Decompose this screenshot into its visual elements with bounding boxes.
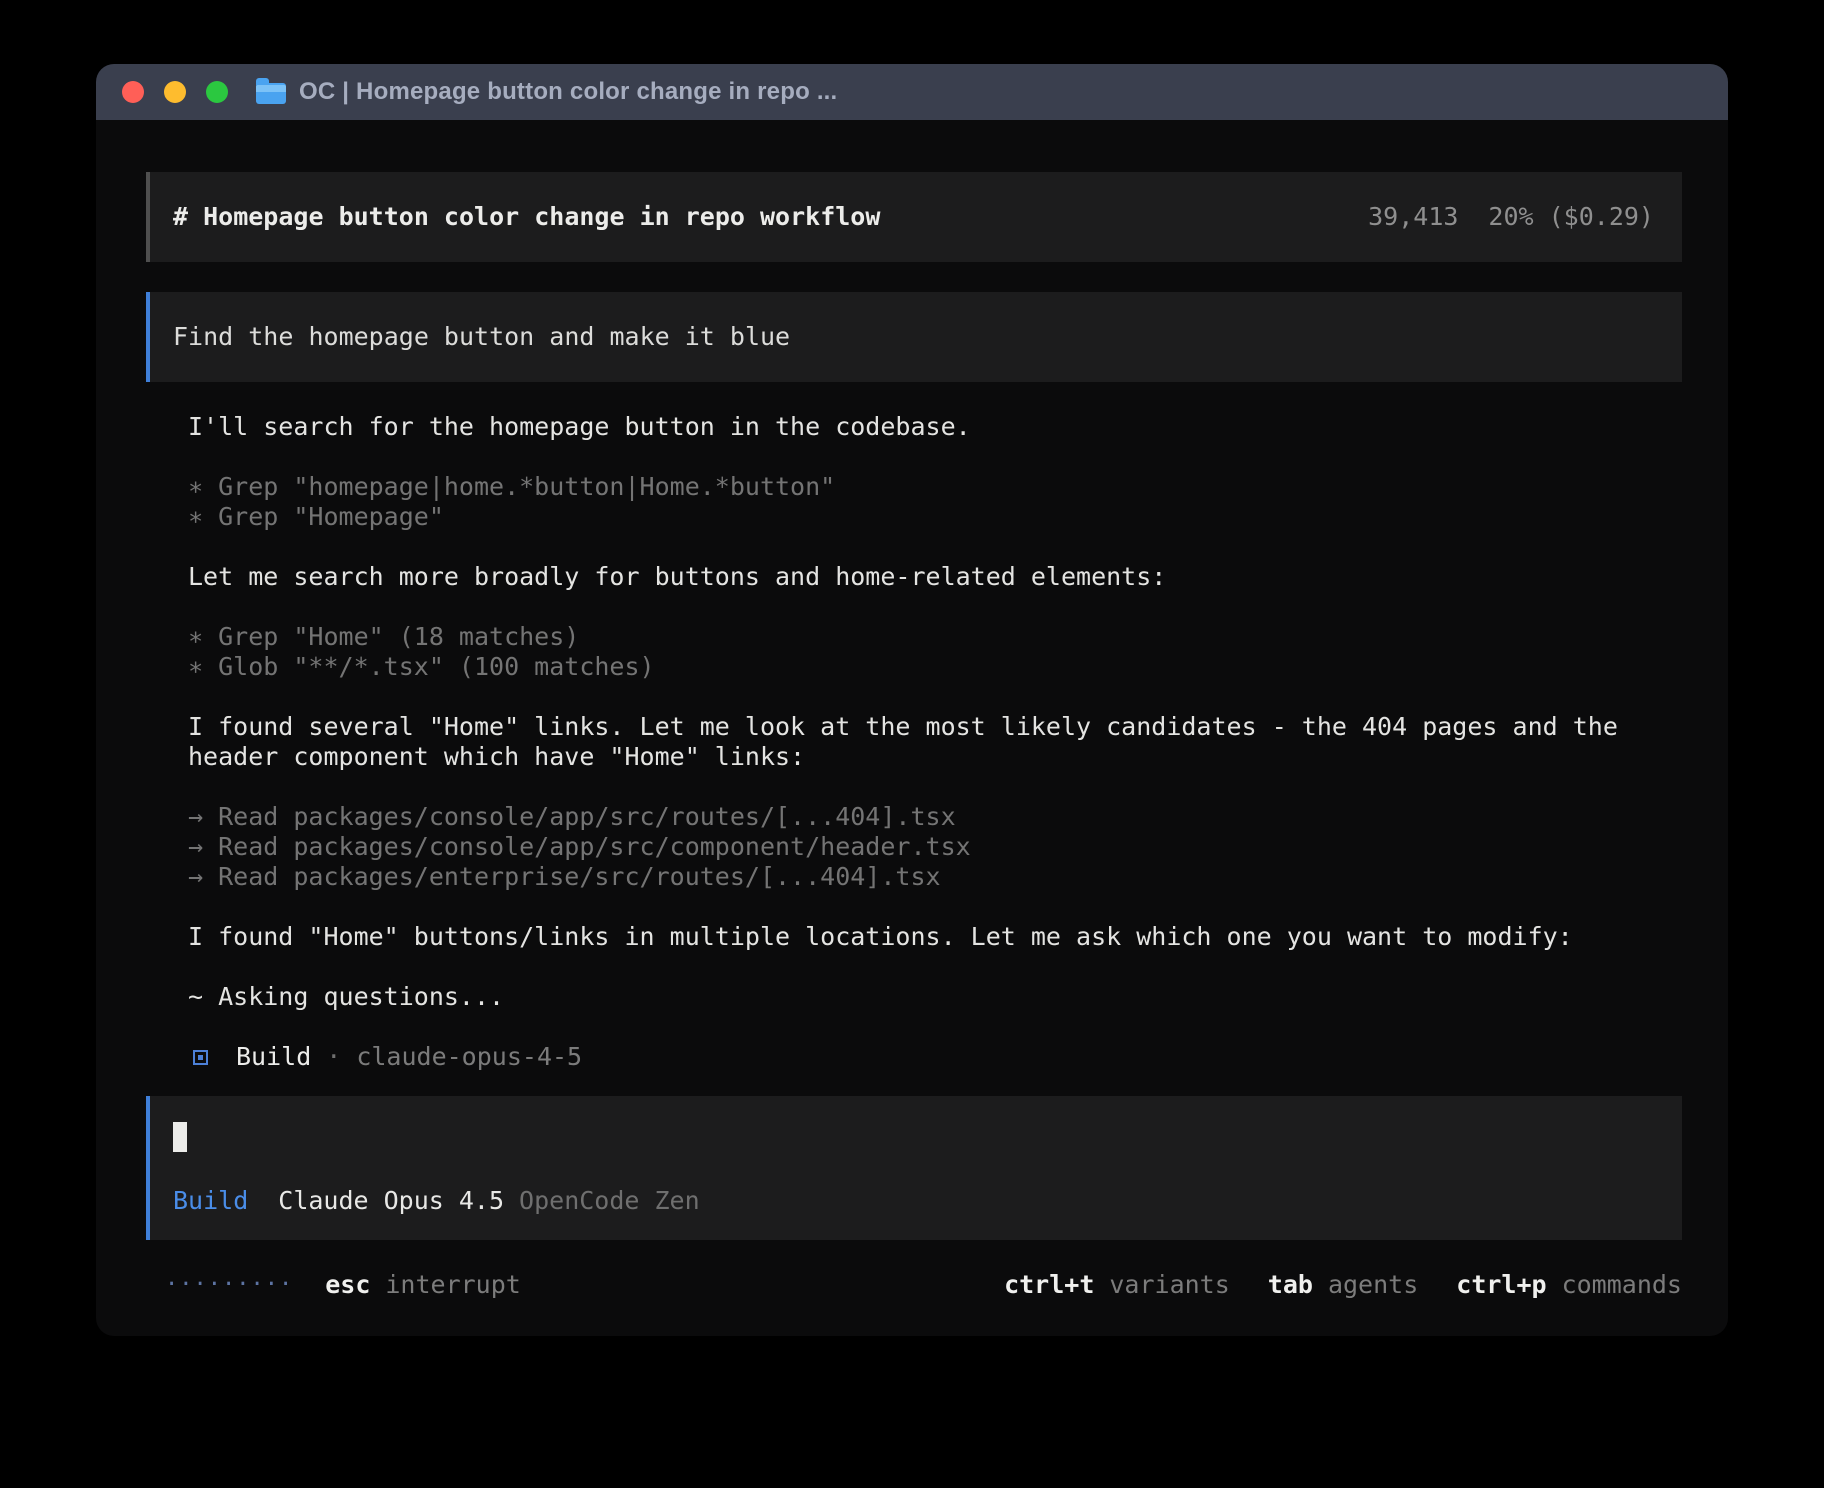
agents-label: agents (1328, 1270, 1418, 1300)
working-spinner-dots: ········· (165, 1270, 293, 1300)
window-title: OC | Homepage button color change in rep… (299, 78, 837, 106)
commands-label: commands (1562, 1270, 1682, 1300)
window-title-group: OC | Homepage button color change in rep… (256, 78, 837, 106)
input-agent-label: Build (173, 1186, 248, 1216)
terminal-window: OC | Homepage button color change in rep… (96, 64, 1728, 1336)
assistant-transcript: I'll search for the homepage button in t… (188, 412, 1682, 1012)
model-selector-row[interactable]: Build Claude Opus 4.5 OpenCode Zen (173, 1186, 1659, 1216)
text-cursor (173, 1122, 187, 1152)
titlebar: OC | Homepage button color change in rep… (96, 64, 1728, 120)
zoom-button[interactable] (206, 81, 228, 103)
token-count: 39,413 (1368, 202, 1458, 232)
input-provider-label: OpenCode Zen (519, 1186, 700, 1216)
agent-model: claude-opus-4-5 (356, 1042, 582, 1072)
tab-key-label: tab (1268, 1270, 1313, 1300)
assistant-text-line: I found "Home" buttons/links in multiple… (188, 922, 1682, 952)
tool-call-line: ∗ Grep "homepage|home.*button|Home.*butt… (188, 472, 1682, 502)
build-agent-icon (193, 1050, 208, 1065)
agent-name: Build (236, 1042, 311, 1072)
variants-hint: ctrl+t variants (1004, 1270, 1230, 1300)
ctrl-t-key-label: ctrl+t (1004, 1270, 1094, 1300)
commands-hint: ctrl+p commands (1456, 1270, 1682, 1300)
tool-call-line: ∗ Grep "Homepage" (188, 502, 1682, 532)
assistant-text-line: Let me search more broadly for buttons a… (188, 562, 1682, 592)
minimize-button[interactable] (164, 81, 186, 103)
close-button[interactable] (122, 81, 144, 103)
session-header: # Homepage button color change in repo w… (146, 172, 1682, 262)
tool-call-line: ∗ Glob "**/*.tsx" (100 matches) (188, 652, 1682, 682)
agent-separator: · (326, 1042, 341, 1072)
status-left: ········· esc interrupt (165, 1270, 521, 1300)
ctrl-p-key-label: ctrl+p (1456, 1270, 1546, 1300)
context-usage-cost: 20% ($0.29) (1488, 202, 1654, 232)
window-controls (122, 81, 228, 103)
user-message: Find the homepage button and make it blu… (146, 292, 1682, 382)
interrupt-label: interrupt (385, 1270, 520, 1300)
assistant-text-line: I'll search for the homepage button in t… (188, 412, 1682, 442)
agents-hint: tab agents (1268, 1270, 1418, 1300)
prompt-input[interactable]: Build Claude Opus 4.5 OpenCode Zen (146, 1096, 1682, 1240)
session-stats: 39,413 20% ($0.29) (1368, 202, 1654, 232)
assistant-status-line: ~ Asking questions... (188, 982, 1682, 1012)
interrupt-hint: esc interrupt (325, 1270, 521, 1300)
assistant-text-line: I found several "Home" links. Let me loo… (188, 712, 1682, 772)
input-model-label: Claude Opus 4.5 (278, 1186, 504, 1216)
tool-call-line: ∗ Grep "Home" (18 matches) (188, 622, 1682, 652)
esc-key-label: esc (325, 1270, 370, 1300)
desktop-background: OC | Homepage button color change in rep… (0, 0, 1824, 1488)
agent-status-row: Build · claude-opus-4-5 (146, 1042, 1682, 1072)
folder-icon (256, 83, 286, 104)
terminal-content: # Homepage button color change in repo w… (96, 120, 1728, 1300)
tool-call-line: → Read packages/console/app/src/componen… (188, 832, 1682, 862)
user-message-text: Find the homepage button and make it blu… (173, 322, 790, 352)
variants-label: variants (1109, 1270, 1229, 1300)
tool-call-line: → Read packages/enterprise/src/routes/[.… (188, 862, 1682, 892)
status-bar: ········· esc interrupt ctrl+t variants … (146, 1270, 1682, 1300)
status-right: ctrl+t variants tab agents ctrl+p comman… (1004, 1270, 1682, 1300)
tool-call-line: → Read packages/console/app/src/routes/[… (188, 802, 1682, 832)
session-title: # Homepage button color change in repo w… (173, 202, 880, 232)
